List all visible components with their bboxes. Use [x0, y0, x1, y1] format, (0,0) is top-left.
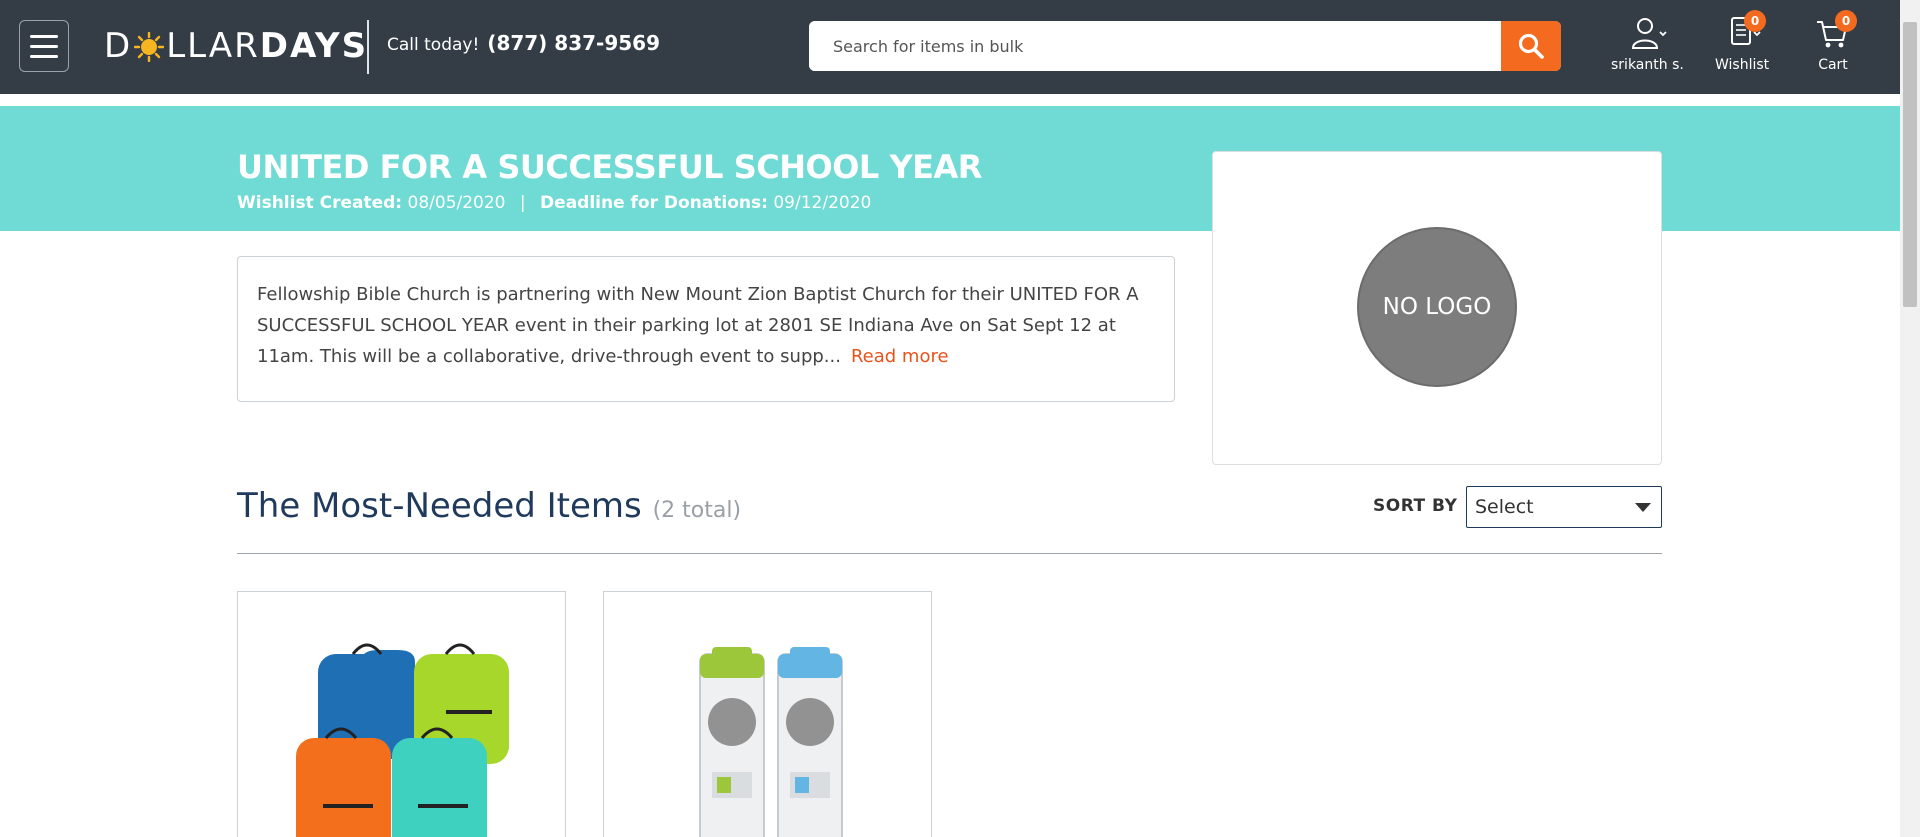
- wishlist-menu[interactable]: 0 Wishlist: [1715, 10, 1770, 73]
- backpacks-image: [296, 643, 509, 837]
- product-card[interactable]: [237, 591, 566, 837]
- read-more-link[interactable]: Read more: [851, 346, 949, 367]
- search-input[interactable]: [809, 21, 1501, 71]
- user-icon: [1625, 14, 1669, 54]
- menu-line: [30, 34, 58, 38]
- most-needed-heading: The Most-Needed Items (2 total): [237, 486, 741, 526]
- account-name: srikanth s.: [1611, 57, 1684, 73]
- wishlist-count-badge: 0: [1744, 10, 1767, 32]
- search-bar: [809, 21, 1561, 71]
- menu-line: [30, 44, 58, 48]
- created-date: 08/05/2020: [407, 193, 506, 213]
- top-navigation-bar: D LLAR DAYS Call today! (877) 837-9569 S…: [0, 0, 1900, 94]
- call-label: Call today!: [387, 35, 480, 55]
- sort-selected-value: Select: [1475, 496, 1534, 518]
- wishlist-label: Wishlist: [1715, 57, 1770, 73]
- dollardays-logo[interactable]: D LLAR DAYS: [104, 26, 368, 66]
- cart-menu[interactable]: 0 Cart: [1811, 10, 1857, 73]
- cart-label: Cart: [1818, 57, 1848, 73]
- scrollbar-thumb[interactable]: [1903, 22, 1917, 307]
- call-info: Call today! (877) 837-9569: [387, 31, 660, 55]
- meta-separator: |: [519, 193, 526, 213]
- wishlist-dates: Wishlist Created: 08/05/2020 | Deadline …: [237, 193, 871, 213]
- phone-number-link[interactable]: (877) 837-9569: [487, 31, 660, 55]
- product-card[interactable]: [603, 591, 932, 837]
- created-label: Wishlist Created:: [237, 193, 403, 213]
- section-divider: [237, 553, 1662, 554]
- search-icon: [1518, 33, 1544, 59]
- chevron-down-icon: [1635, 503, 1651, 512]
- deadline-date: 09/12/2020: [773, 193, 872, 213]
- no-logo-placeholder: NO LOGO: [1357, 227, 1517, 387]
- wishlist-title: UNITED FOR A SUCCESSFUL SCHOOL YEAR: [237, 148, 982, 186]
- logo-text-llar: LLAR: [166, 26, 260, 66]
- logo-text-days: DAYS: [259, 26, 369, 66]
- description-text: Fellowship Bible Church is partnering wi…: [257, 284, 1139, 367]
- account-menu[interactable]: srikanth s.: [1611, 14, 1684, 73]
- organization-logo-card: NO LOGO: [1212, 151, 1662, 465]
- sort-by-label: SORT BY: [1373, 496, 1458, 516]
- cart-icon: 0: [1811, 10, 1857, 54]
- menu-line: [30, 54, 58, 58]
- wishlist-description: Fellowship Bible Church is partnering wi…: [237, 256, 1175, 402]
- logo-text-d: D: [104, 26, 133, 66]
- deadline-label: Deadline for Donations:: [540, 193, 768, 213]
- page-scrollbar[interactable]: [1900, 0, 1920, 837]
- sort-by-select[interactable]: Select: [1466, 486, 1662, 528]
- header-divider: [367, 20, 369, 74]
- items-count: (2 total): [652, 498, 742, 523]
- section-title: The Most-Needed Items: [237, 486, 642, 526]
- search-button[interactable]: [1501, 21, 1561, 71]
- cart-count-badge: 0: [1835, 10, 1857, 32]
- hamburger-menu-button[interactable]: [19, 20, 69, 72]
- sun-icon: [133, 31, 165, 63]
- water-bottles-image: [699, 647, 843, 837]
- wishlist-icon: 0: [1720, 10, 1767, 54]
